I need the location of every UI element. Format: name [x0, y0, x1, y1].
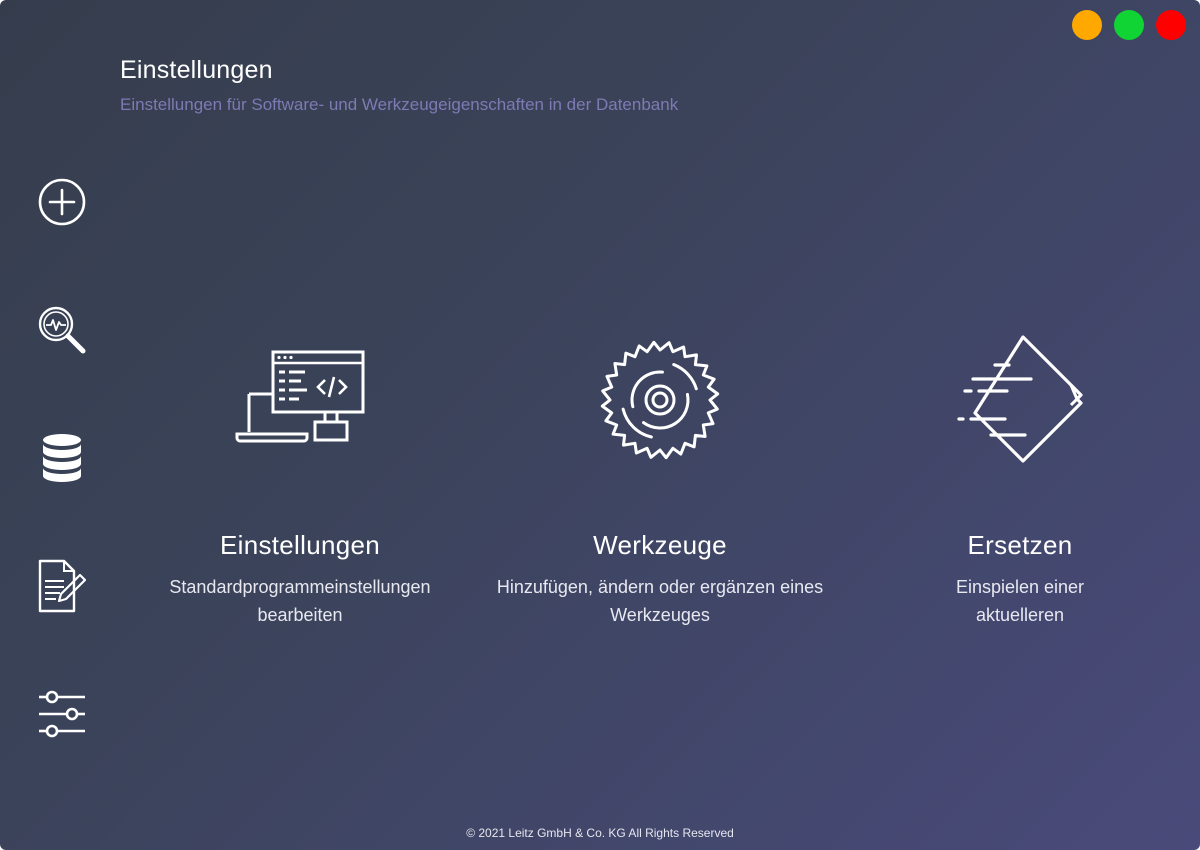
page-subtitle: Einstellungen für Software- und Werkzeug…	[120, 95, 679, 114]
card-description: Hinzufügen, ändern oder ergänzen eines W…	[480, 573, 840, 629]
card-description-line: Hinzufügen, ändern oder ergänzen eines	[496, 577, 824, 597]
sidebar	[30, 170, 94, 746]
card-description-line: Standardprogrammeinstellungen	[169, 577, 431, 597]
card-werkzeuge[interactable]: Werkzeuge Hinzufügen, ändern oder ergänz…	[480, 330, 840, 629]
card-description: Standardprogrammeinstellungen bearbeiten	[150, 573, 450, 629]
database-icon	[43, 434, 81, 482]
saw-blade-icon	[600, 340, 720, 460]
card-description: Einspielen einer aktuelleren	[870, 573, 1170, 629]
sidebar-item-documents[interactable]	[30, 554, 94, 618]
card-icon-wrapper	[950, 330, 1090, 470]
card-description-line: Werkzeuges	[610, 605, 710, 625]
saw-blade-arc	[621, 407, 653, 439]
saw-blade-arc	[672, 363, 698, 391]
maximize-button[interactable]	[1114, 10, 1144, 40]
card-title: Werkzeuge	[593, 530, 727, 560]
sidebar-item-database[interactable]	[30, 426, 94, 490]
search-analysis-icon	[38, 306, 86, 354]
code-devices-icon	[235, 350, 365, 443]
card-description-line: Einspielen einer	[955, 577, 1085, 597]
card-title: Einstellungen	[219, 530, 380, 560]
sidebar-item-add[interactable]	[30, 170, 94, 234]
close-button[interactable]	[1156, 10, 1186, 40]
sidebar-item-analysis[interactable]	[30, 298, 94, 362]
sidebar-item-settings[interactable]	[30, 682, 94, 746]
app-window: Einstellungen Einstellungen für Software…	[0, 0, 1200, 850]
card-ersetzen[interactable]: Ersetzen Einspielen einer aktuelleren	[840, 330, 1200, 629]
page-header: Einstellungen Einstellungen für Software…	[120, 56, 678, 115]
card-description-line: aktuelleren	[975, 605, 1065, 625]
footer-copyright: © 2021 Leitz GmbH & Co. KG All Rights Re…	[466, 826, 734, 840]
card-einstellungen[interactable]: Einstellungen Standardprogrammeinstellun…	[120, 330, 480, 629]
window-controls	[1072, 10, 1186, 40]
saw-blade-center	[651, 391, 669, 409]
card-description-line: bearbeiten	[257, 605, 343, 625]
saw-blade-hub	[644, 384, 676, 416]
feature-cards: Einstellungen Standardprogrammeinstellun…	[120, 330, 1200, 629]
saw-blade-teeth	[600, 340, 720, 460]
page-title: Einstellungen	[120, 56, 273, 84]
card-icon-wrapper	[590, 330, 730, 470]
minimize-button[interactable]	[1072, 10, 1102, 40]
add-circle-icon	[38, 178, 86, 226]
card-icon-wrapper	[230, 330, 370, 470]
fast-document-icon	[957, 335, 1083, 463]
sliders-icon	[39, 690, 85, 738]
document-edit-icon	[38, 559, 87, 613]
card-title: Ersetzen	[967, 530, 1073, 560]
